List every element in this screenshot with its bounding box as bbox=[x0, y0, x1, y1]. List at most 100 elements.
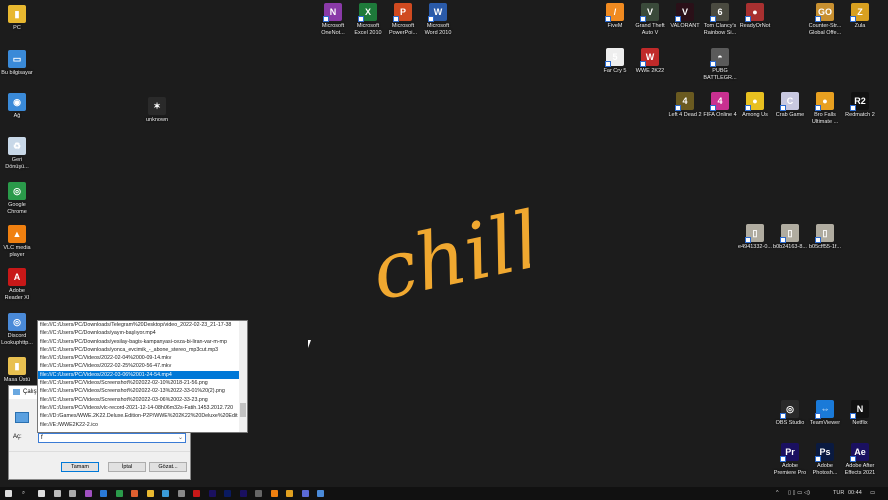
shortcut-arrow-icon bbox=[780, 413, 786, 419]
desktop-icon[interactable]: V VALORANT bbox=[668, 3, 702, 30]
desktop-icon[interactable]: ⇔ TeamViewer bbox=[808, 400, 842, 427]
suggestion-item[interactable]: file:///C:/Users/PC/Downloads/yonca_evci… bbox=[38, 346, 240, 354]
desktop-icon[interactable]: W Microsoft Word 2010 bbox=[421, 3, 455, 36]
taskbar-app-icon[interactable] bbox=[146, 490, 154, 497]
desktop-icon[interactable]: ▲ VLC media player bbox=[0, 225, 34, 258]
chevron-down-icon[interactable]: ⌄ bbox=[178, 434, 183, 441]
desktop-icon[interactable]: Pr Adobe Premiere Pro bbox=[773, 443, 807, 476]
desktop-icon[interactable]: X Microsoft Excel 2010 bbox=[351, 3, 385, 36]
desktop-icon[interactable]: W WWE 2K22 bbox=[633, 48, 667, 75]
taskbar-app-icon[interactable] bbox=[301, 490, 309, 497]
desktop-icon[interactable]: R2 Redmatch 2 bbox=[843, 92, 877, 119]
suggestion-item[interactable]: file:///C:/Users/PC/Downloads/yayın-başl… bbox=[38, 329, 240, 337]
taskbar-app-icon[interactable] bbox=[286, 490, 293, 497]
desktop-icon[interactable]: Z Zula bbox=[843, 3, 877, 30]
desktop-icon[interactable]: ✶ unknown bbox=[140, 97, 174, 124]
desktop-icon[interactable]: ▮ PC bbox=[0, 5, 34, 32]
ok-button[interactable]: Tamam bbox=[61, 462, 99, 472]
language-indicator[interactable]: TUR bbox=[833, 490, 844, 496]
shortcut-arrow-icon bbox=[850, 456, 856, 462]
suggestion-item[interactable]: file:///C:/Users/PC/Videos/Screenshot%20… bbox=[38, 379, 240, 387]
suggestion-item[interactable]: file:///C:/Users/PC/Downloads/Telegram%2… bbox=[38, 321, 240, 329]
desktop-icon[interactable]: ◎ Google Chrome bbox=[0, 182, 34, 215]
taskbar-app-icon[interactable] bbox=[100, 490, 107, 497]
desktop-icon[interactable]: GO Counter-Str... Global Offe... bbox=[808, 3, 842, 36]
desktop-icon[interactable]: ▯ b05cff55-1f... bbox=[808, 224, 842, 251]
icon-label: Crab Game bbox=[775, 112, 805, 118]
desktop-icon[interactable]: 4 FIFA Online 4 bbox=[703, 92, 737, 119]
suggestion-item[interactable]: file:///C:/Users/PC/Videos/2022-02-04%20… bbox=[38, 354, 240, 362]
icon-label: ReadyOrNot bbox=[739, 23, 771, 29]
taskbar-app-icon[interactable] bbox=[208, 490, 216, 497]
app-icon: 4 bbox=[675, 92, 694, 111]
desktop-icon[interactable]: ● Bro Falls Ultimate ... bbox=[808, 92, 842, 125]
suggestion-item[interactable]: file:///C:/Users/PC/Videos/2022-02-25%20… bbox=[38, 362, 240, 370]
desktop-icon[interactable]: C Crab Game bbox=[773, 92, 807, 119]
shortcut-arrow-icon bbox=[745, 237, 751, 243]
desktop-icon[interactable]: Ps Adobe Photosh... bbox=[808, 443, 842, 476]
desktop-icon[interactable]: / FiveM bbox=[598, 3, 632, 30]
app-icon: ◎ bbox=[8, 182, 26, 200]
taskbar-app-icon[interactable] bbox=[177, 490, 185, 497]
suggestion-item[interactable]: file:///D:/Games/WWE.2K22.Deluxe.Edition… bbox=[38, 412, 240, 420]
icon-label: Bro Falls Ultimate ... bbox=[811, 112, 839, 125]
chill-logo: chill bbox=[364, 195, 530, 310]
tray-icons[interactable]: ▯ ▯ ▭ ◁) bbox=[788, 490, 810, 496]
taskbar-app-icon[interactable] bbox=[224, 490, 231, 497]
desktop-icon[interactable]: V Grand Theft Auto V bbox=[633, 3, 667, 36]
suggestion-item[interactable]: file:///C:/Users/PC/Videos/Screenshot%20… bbox=[38, 387, 240, 395]
desktop-icon[interactable]: ● ReadyOrNot bbox=[738, 3, 772, 30]
desktop-icon[interactable]: ▯ e4941332-0... bbox=[738, 224, 772, 251]
desktop-icon[interactable]: ♻ Geri Dönüşü... bbox=[0, 137, 34, 170]
desktop-icon[interactable]: ◓ PUBG BATTLEGR... bbox=[703, 48, 737, 81]
cancel-button[interactable]: İptal bbox=[108, 462, 146, 472]
suggestion-item[interactable]: file:///C:/Users/PC/Videos/Screenshot%20… bbox=[38, 396, 240, 404]
suggestion-item[interactable]: file:///C:/Users/PC/Videos/2022-03-06%20… bbox=[38, 370, 240, 380]
shortcut-arrow-icon bbox=[745, 105, 751, 111]
scrollbar-thumb[interactable] bbox=[240, 403, 246, 417]
app-icon: Z bbox=[850, 3, 869, 22]
clock[interactable]: 00:44 bbox=[848, 490, 862, 496]
start-button[interactable] bbox=[5, 490, 12, 497]
suggestion-item[interactable]: file:///C:/Users/PC/Videos/vlc-record-20… bbox=[38, 404, 240, 412]
notification-icon[interactable]: ▭ bbox=[870, 490, 875, 496]
app-icon: 4 bbox=[710, 92, 729, 111]
scrollbar[interactable] bbox=[239, 321, 247, 432]
desktop-icon[interactable]: 4 Left 4 Dead 2 bbox=[668, 92, 702, 119]
desktop-icon[interactable]: ▭ Bu bilgisayar bbox=[0, 50, 34, 77]
open-input[interactable]: f ⌄ bbox=[38, 433, 186, 443]
taskbar-app-icon[interactable] bbox=[53, 490, 61, 497]
desktop-icon[interactable]: P Microsoft PowerPoi... bbox=[386, 3, 420, 36]
search-icon[interactable]: ⌕ bbox=[22, 490, 25, 497]
tray-chevron-icon[interactable]: ^ bbox=[776, 490, 779, 496]
taskbar-app-icon[interactable] bbox=[162, 490, 169, 497]
taskbar-app-icon[interactable] bbox=[193, 490, 200, 497]
taskbar-app-icon[interactable] bbox=[84, 490, 92, 497]
app-icon: ● bbox=[745, 92, 764, 111]
desktop-icon[interactable]: Ae Adobe After Effects 2021 bbox=[843, 443, 877, 476]
taskbar-app-icon[interactable] bbox=[270, 490, 278, 497]
taskbar-app-icon[interactable] bbox=[317, 490, 324, 497]
desktop-icon[interactable]: ▯ b0b24163-8... bbox=[773, 224, 807, 251]
suggestion-item[interactable]: file:///E:/WWE2K22-2.ico bbox=[38, 421, 240, 429]
taskbar-app-icon[interactable] bbox=[239, 490, 247, 497]
taskbar-app-icon[interactable] bbox=[69, 490, 76, 497]
suggestion-item[interactable]: file:///C:/Users/PC/Downloads/yesilay-ba… bbox=[38, 338, 240, 346]
taskbar-app-icon[interactable] bbox=[131, 490, 138, 497]
desktop-icon[interactable]: 6 Tom Clancy's Rainbow Si... bbox=[703, 3, 737, 36]
desktop-icon[interactable]: N Netflix bbox=[843, 400, 877, 427]
desktop-icon[interactable]: ◎ Discord Lookuphttp... bbox=[0, 313, 34, 346]
browse-button[interactable]: Gözat... bbox=[149, 462, 187, 472]
desktop-icon[interactable]: 5 Far Cry 5 bbox=[598, 48, 632, 75]
desktop-icon[interactable]: ◉ Ağ bbox=[0, 93, 34, 120]
desktop-icon[interactable]: N Microsoft OneNot... bbox=[316, 3, 350, 36]
desktop-icon[interactable]: A Adobe Reader XI bbox=[0, 268, 34, 301]
desktop-icon[interactable]: ▮ Masa Üstü bbox=[0, 357, 34, 384]
taskbar-app-icon[interactable] bbox=[115, 490, 123, 497]
taskbar-app-icon[interactable] bbox=[255, 490, 262, 497]
desktop-icon[interactable]: ◎ OBS Studio bbox=[773, 400, 807, 427]
icon-label: Google Chrome bbox=[7, 202, 27, 215]
desktop-icon[interactable]: ● Among Us bbox=[738, 92, 772, 119]
taskbar-app-icon[interactable] bbox=[38, 490, 45, 497]
shortcut-arrow-icon bbox=[323, 16, 329, 22]
